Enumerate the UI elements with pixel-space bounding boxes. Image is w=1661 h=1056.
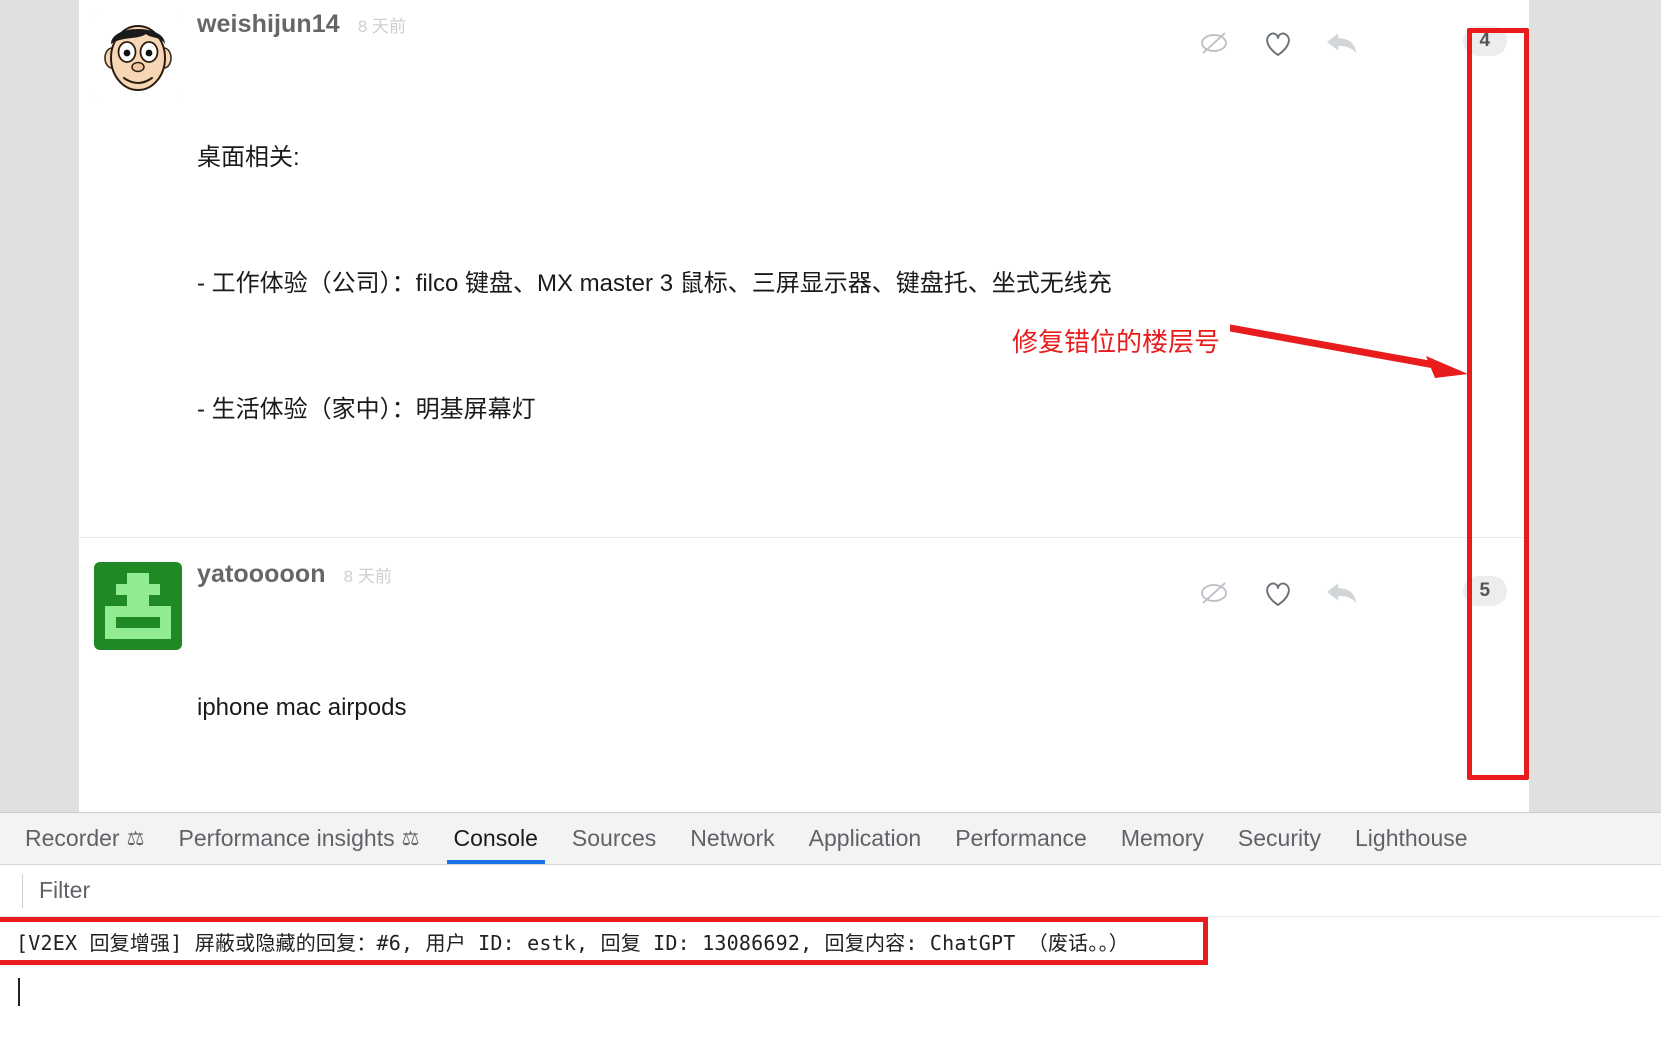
reply-arrow-icon[interactable] bbox=[1325, 576, 1359, 610]
reply-line: - 生活体验（家中）：明基屏幕灯 bbox=[197, 396, 536, 423]
tab-label: Performance insights bbox=[178, 825, 395, 851]
tab-label: Lighthouse bbox=[1355, 825, 1468, 851]
tab-console[interactable]: Console bbox=[437, 813, 555, 864]
reply-line: 桌面相关: bbox=[197, 144, 300, 171]
tab-label: Application bbox=[808, 825, 922, 851]
v2ex-thread-region: weishijun14 8 天前 桌面相关: - 工作体验（公司）：filco … bbox=[0, 0, 1661, 812]
heart-icon[interactable] bbox=[1261, 576, 1295, 610]
devtools-panel: Recorder ⚖ Performance insights ⚖ Consol… bbox=[0, 812, 1661, 1056]
devtools-tabbar: Recorder ⚖ Performance insights ⚖ Consol… bbox=[0, 813, 1661, 865]
screenshot-root: weishijun14 8 天前 桌面相关: - 工作体验（公司）：filco … bbox=[0, 0, 1661, 1056]
reply-line: - 工作体验（公司）：filco 键盘、MX master 3 鼠标、三屏显示器… bbox=[197, 270, 1112, 297]
tab-sources[interactable]: Sources bbox=[555, 813, 673, 864]
avatar-cell bbox=[79, 560, 197, 650]
flask-icon: ⚖ bbox=[401, 827, 420, 850]
tab-label: Network bbox=[690, 825, 775, 851]
tab-lighthouse[interactable]: Lighthouse bbox=[1338, 813, 1485, 864]
reply-timeago: 8 天前 bbox=[357, 17, 406, 36]
console-filter-input[interactable] bbox=[35, 870, 1661, 911]
reply-username[interactable]: weishijun14 bbox=[197, 10, 340, 39]
filter-divider bbox=[22, 873, 23, 908]
reply-content: iphone mac airpods bbox=[197, 603, 1509, 812]
tab-label: Sources bbox=[571, 825, 657, 851]
tab-network[interactable]: Network bbox=[673, 813, 791, 864]
tab-recorder[interactable]: Recorder ⚖ bbox=[8, 813, 162, 864]
console-filter-bar bbox=[0, 865, 1661, 917]
tab-label: Console bbox=[453, 825, 538, 851]
reply-actions bbox=[1197, 576, 1359, 610]
tab-performance-insights[interactable]: Performance insights ⚖ bbox=[162, 813, 437, 864]
floor-number-badge: 5 bbox=[1463, 576, 1507, 606]
reply-body: weishijun14 8 天前 桌面相关: - 工作体验（公司）：filco … bbox=[197, 10, 1529, 515]
reply-content: 桌面相关: - 工作体验（公司）：filco 键盘、MX master 3 鼠标… bbox=[197, 53, 1509, 515]
avatar[interactable] bbox=[94, 562, 182, 650]
page-left-gutter bbox=[0, 0, 78, 812]
hide-eye-icon[interactable] bbox=[1197, 26, 1231, 60]
console-message-highlight: [V2EX 回复增强] 屏蔽或隐藏的回复：#6, 用户 ID: estk, 回复… bbox=[0, 917, 1208, 965]
console-log-message: [V2EX 回复增强] 屏蔽或隐藏的回复：#6, 用户 ID: estk, 回复… bbox=[16, 930, 1129, 955]
tab-memory[interactable]: Memory bbox=[1104, 813, 1221, 864]
page-right-gutter bbox=[1530, 0, 1661, 812]
flask-icon: ⚖ bbox=[126, 827, 145, 850]
tab-label: Recorder bbox=[25, 825, 120, 851]
reply-row: yatooooon 8 天前 iphone mac airpods 5 bbox=[79, 538, 1529, 812]
hide-eye-icon[interactable] bbox=[1197, 576, 1231, 610]
reply-row: weishijun14 8 天前 桌面相关: - 工作体验（公司）：filco … bbox=[79, 0, 1529, 538]
reply-arrow-icon[interactable] bbox=[1325, 26, 1359, 60]
tab-security[interactable]: Security bbox=[1221, 813, 1338, 864]
reply-list: weishijun14 8 天前 桌面相关: - 工作体验（公司）：filco … bbox=[78, 0, 1530, 812]
tab-application[interactable]: Application bbox=[792, 813, 939, 864]
avatar-cell bbox=[79, 10, 197, 100]
reply-actions bbox=[1197, 26, 1359, 60]
avatar[interactable] bbox=[94, 12, 182, 100]
reply-timeago: 8 天前 bbox=[343, 567, 392, 586]
console-input-prompt[interactable] bbox=[0, 975, 1661, 1009]
annotation-label: 修复错位的楼层号 bbox=[1012, 327, 1221, 357]
console-output: [V2EX 回复增强] 屏蔽或隐藏的回复：#6, 用户 ID: estk, 回复… bbox=[0, 917, 1661, 1009]
reply-username[interactable]: yatooooon bbox=[197, 560, 326, 589]
tab-label: Memory bbox=[1120, 825, 1204, 851]
tab-label: Security bbox=[1237, 825, 1322, 851]
text-caret bbox=[18, 978, 20, 1006]
heart-icon[interactable] bbox=[1261, 26, 1295, 60]
tab-label: Performance bbox=[955, 825, 1087, 851]
tab-performance[interactable]: Performance bbox=[938, 813, 1104, 864]
reply-line: iphone mac airpods bbox=[197, 694, 407, 721]
identicon-avatar-icon bbox=[94, 562, 182, 650]
floor-number-badge: 4 bbox=[1463, 26, 1507, 56]
cartoon-face-avatar-icon bbox=[94, 12, 182, 100]
